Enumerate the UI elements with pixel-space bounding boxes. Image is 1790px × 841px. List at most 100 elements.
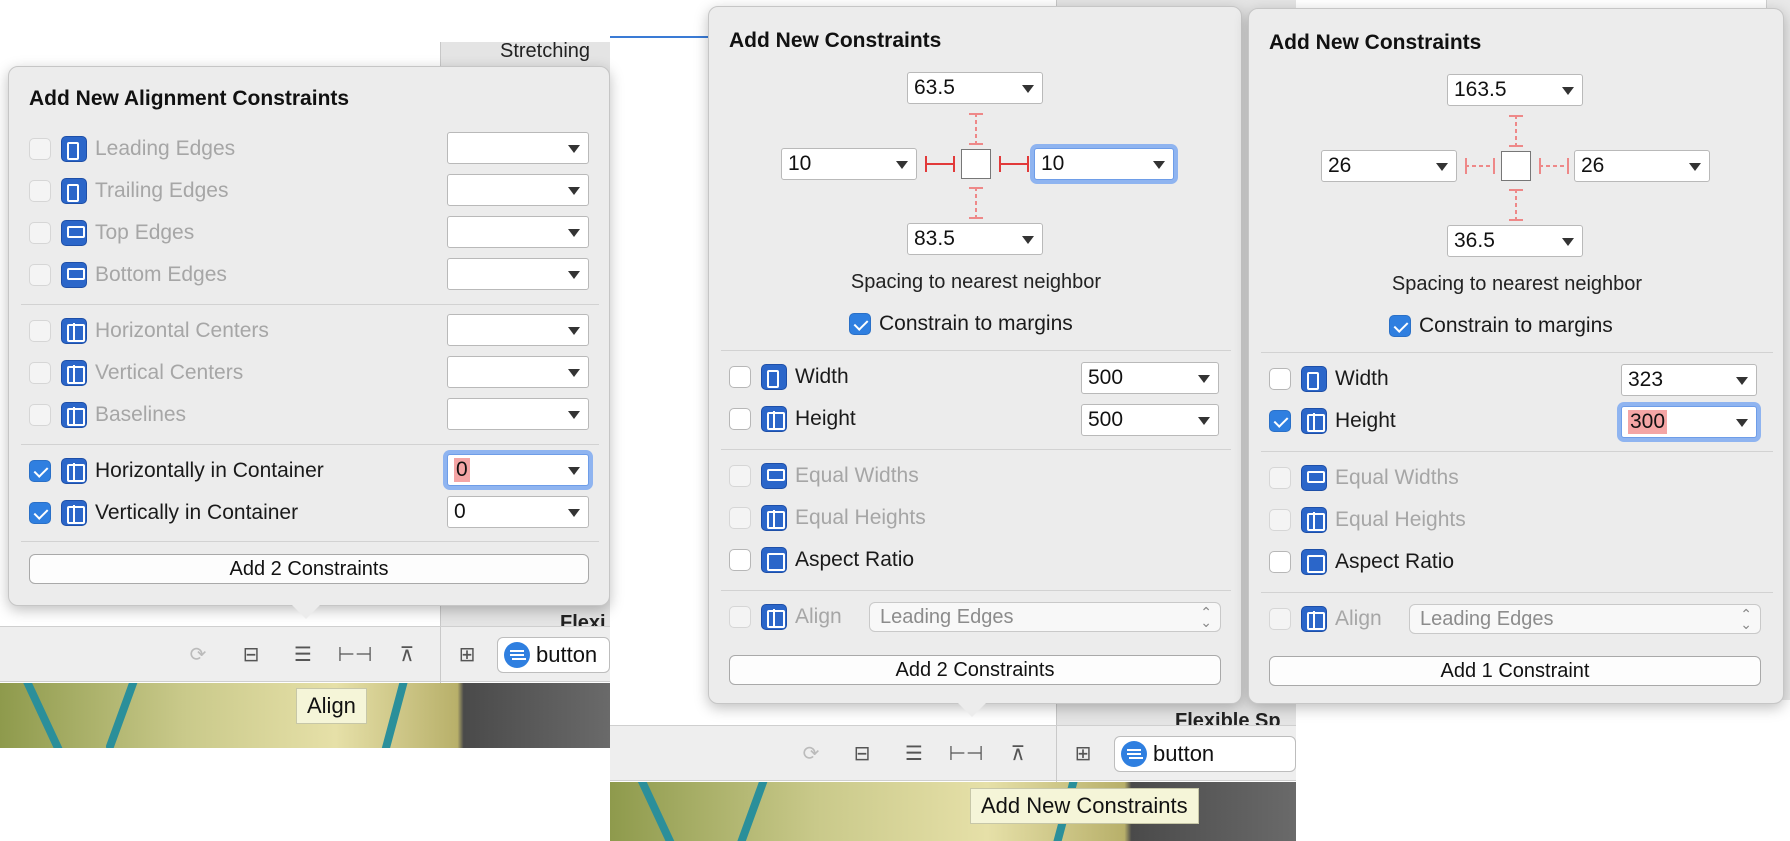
toolbar-separator (1056, 726, 1057, 782)
vertical-centers-checkbox[interactable] (29, 362, 51, 384)
update-frames-icon[interactable]: ⟳ (183, 641, 213, 667)
height-label: Height (1335, 409, 1396, 432)
row-label: Baselines (95, 403, 187, 426)
leading-edges-checkbox[interactable] (29, 138, 51, 160)
bottom-edges-checkbox[interactable] (29, 264, 51, 286)
right-spacing-field[interactable]: 10 (1034, 148, 1174, 180)
equal-widths-label: Equal Widths (795, 464, 919, 487)
align-checkbox[interactable] (1269, 608, 1291, 630)
align-row: Align (729, 600, 842, 634)
row-label: Trailing Edges (95, 179, 229, 202)
top-spacing-field[interactable]: 163.5 (1447, 74, 1583, 106)
align-type-select[interactable]: Leading Edges ⌃ ⌄ (869, 602, 1221, 632)
height-label: Height (795, 407, 856, 430)
pin-icon[interactable]: ⊢⊣ (949, 740, 984, 766)
update-frames-icon[interactable]: ⟳ (796, 740, 826, 766)
align-icon[interactable]: ☰ (288, 641, 318, 667)
field-value: 0 (454, 500, 466, 523)
embed-in-stack-icon[interactable]: ⊟ (236, 641, 266, 667)
width-checkbox[interactable] (729, 366, 751, 388)
horizontally-in-container-value[interactable]: 0 (447, 454, 589, 486)
library-search-field[interactable]: button (497, 637, 610, 673)
align-icon[interactable]: ☰ (899, 740, 929, 766)
horizontally-in-container-checkbox[interactable] (29, 460, 51, 482)
leading-edges-value[interactable] (447, 132, 589, 164)
vertically-in-container-checkbox[interactable] (29, 502, 51, 524)
width-value-field[interactable]: 500 (1081, 362, 1219, 394)
equal-heights-label: Equal Heights (1335, 508, 1466, 531)
width-label: Width (1335, 367, 1389, 390)
trailing-edges-checkbox[interactable] (29, 180, 51, 202)
aspect-ratio-checkbox[interactable] (1269, 551, 1291, 573)
vertically-in-container-value[interactable]: 0 (447, 496, 589, 528)
aspect-ratio-checkbox[interactable] (729, 549, 751, 571)
top-edges-checkbox[interactable] (29, 222, 51, 244)
align-type-select[interactable]: Leading Edges ⌃ ⌄ (1409, 604, 1761, 634)
left-spacing-field[interactable]: 26 (1321, 150, 1457, 182)
right-strut (1539, 158, 1569, 174)
field-value: 500 (1088, 408, 1124, 431)
field-value: 83.5 (914, 227, 955, 250)
bottom-edges-value[interactable] (447, 258, 589, 290)
width-checkbox[interactable] (1269, 368, 1291, 390)
aspect-ratio-icon (761, 547, 787, 573)
horizontal-centers-checkbox[interactable] (29, 320, 51, 342)
field-value: 163.5 (1454, 78, 1507, 101)
field-value: 10 (1041, 152, 1065, 175)
align-icon (1301, 606, 1327, 632)
height-row: Height (1269, 404, 1396, 438)
add-constraints-button[interactable]: Add 2 Constraints (29, 554, 589, 584)
height-checkbox[interactable] (1269, 410, 1291, 432)
height-value-field[interactable]: 300 (1621, 406, 1757, 438)
panel-title: Add New Alignment Constraints (29, 87, 350, 110)
pin-icon[interactable]: ⊢⊣ (338, 641, 373, 667)
library-search-field[interactable]: button (1114, 736, 1296, 772)
field-value: 323 (1628, 368, 1664, 391)
equal-heights-checkbox[interactable] (729, 507, 751, 529)
baselines-checkbox[interactable] (29, 404, 51, 426)
equal-heights-checkbox[interactable] (1269, 509, 1291, 531)
bottom-spacing-field[interactable]: 36.5 (1447, 225, 1583, 257)
equal-heights-row: Equal Heights (1269, 503, 1466, 537)
vertical-centers-icon (61, 360, 87, 386)
constrain-to-margins-label: Constrain to margins (1419, 314, 1613, 337)
resolve-issues-icon[interactable]: ⊼ (392, 641, 422, 667)
vertical-centers-value[interactable] (447, 356, 589, 388)
equal-widths-checkbox[interactable] (1269, 467, 1291, 489)
align-checkbox[interactable] (729, 606, 751, 628)
library-grid-icon[interactable]: ⊞ (452, 641, 482, 667)
embed-in-stack-icon[interactable]: ⊟ (847, 740, 877, 766)
top-edges-value[interactable] (447, 216, 589, 248)
resolve-issues-icon[interactable]: ⊼ (1003, 740, 1033, 766)
add-constraints-button[interactable]: Add 2 Constraints (729, 655, 1221, 685)
equal-widths-row: Equal Widths (729, 459, 919, 493)
horizontal-centers-row: Horizontal Centers (29, 314, 269, 348)
equal-widths-checkbox[interactable] (729, 465, 751, 487)
bottom-spacing-field[interactable]: 83.5 (907, 223, 1043, 255)
height-checkbox[interactable] (729, 408, 751, 430)
height-icon (761, 406, 787, 432)
horizontal-centers-value[interactable] (447, 314, 589, 346)
updown-icon: ⌃ ⌄ (1740, 606, 1752, 632)
constrain-to-margins-checkbox[interactable] (849, 313, 871, 335)
constrain-to-margins-checkbox[interactable] (1389, 315, 1411, 337)
field-value: 36.5 (1454, 229, 1495, 252)
field-value: 26 (1328, 154, 1352, 177)
right-spacing-field[interactable]: 26 (1574, 150, 1710, 182)
width-value-field[interactable]: 323 (1621, 364, 1757, 396)
panel-title: Add New Constraints (729, 29, 942, 52)
equal-heights-label: Equal Heights (795, 506, 926, 529)
row-label: Horizontal Centers (95, 319, 269, 342)
row-label: Vertical Centers (95, 361, 244, 384)
alignment-popover: Add New Alignment Constraints Leading Ed… (8, 66, 610, 606)
divider (721, 590, 1231, 591)
view-box (961, 149, 991, 179)
left-spacing-field[interactable]: 10 (781, 148, 917, 180)
baselines-value[interactable] (447, 398, 589, 430)
align-row: Align (1269, 602, 1382, 636)
trailing-edges-value[interactable] (447, 174, 589, 206)
library-grid-icon[interactable]: ⊞ (1068, 740, 1098, 766)
height-value-field[interactable]: 500 (1081, 404, 1219, 436)
add-constraint-button[interactable]: Add 1 Constraint (1269, 656, 1761, 686)
top-spacing-field[interactable]: 63.5 (907, 72, 1043, 104)
